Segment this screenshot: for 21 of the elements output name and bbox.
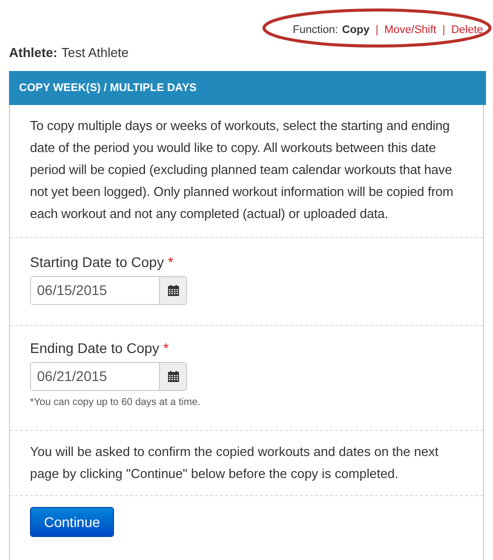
hint-text: *You can copy up to 60 days at a time. [30,396,202,410]
continue-button[interactable]: Continue [30,507,114,537]
required-mark: * [163,339,169,358]
function-label: Function: [292,22,338,38]
date-field[interactable]: 06/21/2015 [30,362,187,391]
calendar-icon[interactable] [168,371,178,382]
separator: | [374,22,380,38]
calendar-icon[interactable] [168,285,178,296]
separator: | [441,22,446,38]
current-function: Copy [342,22,370,38]
athlete-label: Athlete: [9,44,58,62]
athlete-name: Test Athlete [61,44,129,62]
function-link[interactable]: Move/Shift [384,22,436,38]
description-text: To copy multiple days or weeks of workouts, select the starting and ending date of the period you would like to copy. All workouts between this date period will be copied (excluding planned team calendar workouts that have not yet been logged). Only planned workout information will be copied from each workout and not any completed (actual) or uploaded data. [30,117,454,223]
function-link[interactable]: Delete [451,22,483,38]
required-mark: * [168,253,174,272]
field-label: Starting Date to Copy [30,253,164,272]
confirm-note: You will be asked to confirm the copied workouts and dates on the next page by clicking "Continue" below before the copy is completed. [30,443,440,483]
field-label: Ending Date to Copy [30,339,160,358]
panel-header: COPY WEEK(S) / MULTIPLE DAYS [9,71,486,105]
date-field[interactable]: 06/15/2015 [30,276,187,305]
